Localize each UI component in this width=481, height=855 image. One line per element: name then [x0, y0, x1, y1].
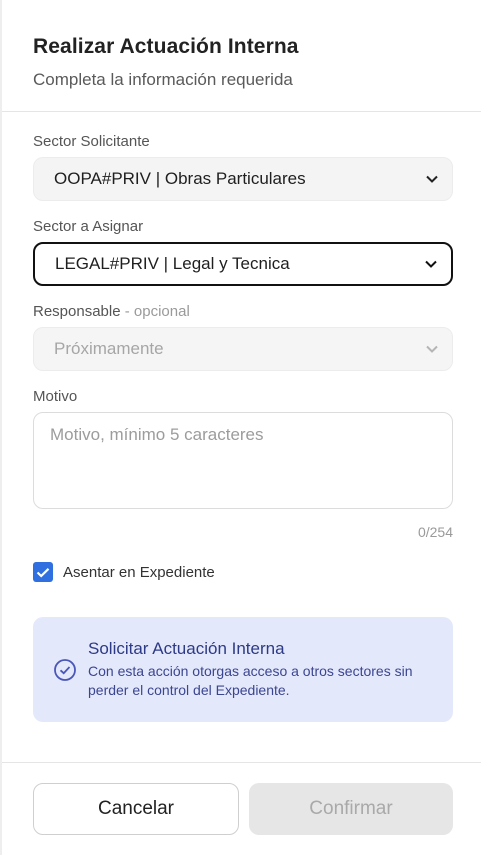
sector-asignar-value: LEGAL#PRIV | Legal y Tecnica — [55, 254, 290, 273]
dialog-header: Realizar Actuación Interna Completa la i… — [33, 35, 461, 90]
info-body: Con esta acción otorgas acceso a otros s… — [88, 663, 413, 698]
motivo-label: Motivo — [33, 388, 78, 405]
check-circle-icon — [54, 659, 76, 681]
asentar-label: Asentar en Expediente — [63, 563, 215, 581]
cancel-button[interactable]: Cancelar — [33, 783, 239, 835]
asentar-checkbox[interactable] — [33, 562, 53, 582]
character-counter: 0/254 — [417, 524, 453, 540]
chevron-down-icon — [425, 260, 437, 268]
dialog-title: Realizar Actuación Interna — [33, 35, 299, 58]
responsable-label-text: Responsable — [33, 303, 121, 320]
header-divider — [2, 111, 481, 112]
motivo-textarea[interactable] — [33, 412, 453, 509]
sector-asignar-select[interactable]: LEGAL#PRIV | Legal y Tecnica — [33, 242, 453, 286]
chevron-down-icon — [426, 175, 438, 183]
footer-divider — [2, 762, 481, 763]
chevron-down-icon — [426, 345, 438, 353]
sector-solicitante-label: Sector Solicitante — [33, 133, 150, 150]
optional-hint: - opcional — [124, 303, 190, 320]
sector-solicitante-value: OOPA#PRIV | Obras Particulares — [54, 169, 306, 188]
panel-left-border — [0, 0, 2, 855]
confirm-button[interactable]: Confirmar — [249, 783, 453, 835]
info-text: Solicitar Actuación Interna Con esta acc… — [88, 639, 433, 722]
responsable-select: Próximamente — [33, 327, 453, 371]
dialog-subtitle: Completa la información requerida — [33, 70, 293, 89]
info-title: Solicitar Actuación Interna — [88, 639, 285, 658]
checkmark-icon — [36, 567, 50, 578]
sector-solicitante-select[interactable]: OOPA#PRIV | Obras Particulares — [33, 157, 453, 201]
asentar-checkbox-row[interactable]: Asentar en Expediente — [33, 562, 215, 582]
responsable-label: Responsable - opcional — [33, 303, 190, 320]
sector-asignar-label: Sector a Asignar — [33, 218, 144, 235]
info-box: Solicitar Actuación Interna Con esta acc… — [33, 617, 453, 722]
responsable-value: Próximamente — [54, 339, 164, 358]
